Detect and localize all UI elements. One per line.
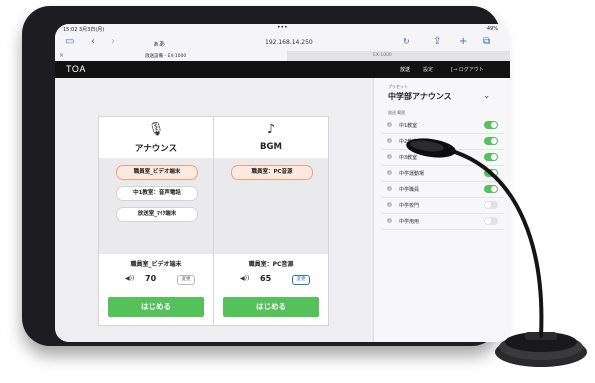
music-note-icon: ♪ (266, 122, 276, 137)
tablet-frame: 15:02 3月3日(月) ••• 49% ▭ ‹ › ぁあ 192.168.1… (22, 6, 510, 346)
volume-value: 70 (145, 274, 157, 283)
tablet-screen: 15:02 3月3日(月) ••• 49% ▭ ‹ › ぁあ 192.168.1… (55, 24, 510, 342)
sidebar-icon[interactable]: ▭ (65, 36, 74, 48)
zone-toggle[interactable] (484, 185, 498, 193)
zone-status-dot (387, 138, 392, 143)
forward-icon[interactable]: › (111, 36, 115, 48)
source-chip[interactable]: 放送室_ﾏｲｸ端末 (116, 207, 198, 222)
main-content: 🎙 アナウンス 職員室_ビデオ端末 中1教室：音声電話 放送室_ﾏｲｸ端末 職員… (55, 78, 373, 342)
card-title: BGM (260, 142, 282, 152)
zone-status-dot (387, 170, 392, 175)
zone-name: 中学運動場 (399, 171, 425, 177)
speaker-icon: ◀)) (125, 275, 135, 282)
multitask-dots[interactable]: ••• (277, 24, 288, 31)
url-text: 192.168.14.250 (265, 39, 313, 46)
source-chip-selected[interactable]: 職員室_ビデオ端末 (116, 165, 198, 180)
status-time: 15:02 3月3日(月) (63, 27, 105, 33)
status-bar: 15:02 3月3日(月) ••• 49% (55, 24, 510, 34)
zone-toggle[interactable] (484, 217, 498, 225)
start-button[interactable]: はじめる (223, 297, 319, 317)
zone-name: 中3教室 (399, 155, 418, 161)
change-volume-button[interactable]: 変更 (177, 275, 195, 285)
change-volume-button[interactable]: 変更 (292, 275, 310, 285)
source-chip[interactable]: 中1教室：音声電話 (116, 186, 198, 201)
zone-header: 放送 範囲 (388, 110, 406, 115)
preset-value: 中学部アナウンス (388, 92, 452, 101)
logout-link[interactable]: [→ ログアウト (451, 66, 484, 73)
zone-row: 中2教室 (382, 134, 504, 150)
zone-toggle[interactable] (484, 153, 498, 161)
tab-bar: × 放送設備 - EX-1000 EX-1000 (55, 51, 510, 61)
bgm-card: ♪ BGM 職員室：PC音源 職員室：PC音源 ◀)) 65 変更 はじめる (213, 116, 329, 326)
zone-row: 中1教室 (382, 118, 504, 134)
share-icon[interactable]: ⇪ (433, 36, 441, 48)
toggle-knob (485, 202, 491, 208)
reader-options[interactable]: ぁあ (153, 39, 165, 48)
zone-name: 中学校門 (399, 203, 420, 209)
close-tab-icon[interactable]: × (59, 52, 64, 59)
zone-row: 中学職員 (382, 182, 504, 198)
zone-sidebar: プリセット 中学部アナウンス ⌄ 放送 範囲 中1教室中2教室中3教室中学運動場… (373, 78, 510, 342)
battery-indicator: 49% (486, 26, 498, 32)
tab-title: 放送設備 - EX-1000 (145, 54, 187, 59)
new-tab-icon[interactable]: + (459, 36, 467, 48)
zone-status-dot (387, 202, 392, 207)
current-source: 職員室：PC音源 (248, 261, 294, 268)
toggle-knob (491, 122, 497, 128)
card-title: アナウンス (134, 144, 178, 154)
toggle-knob (491, 138, 497, 144)
nav-settings[interactable]: 設定 (423, 66, 433, 73)
zone-toggle[interactable] (484, 169, 498, 177)
volume-row: ◀)) 65 変更 (214, 274, 328, 286)
source-list: 職員室：PC音源 (214, 158, 328, 254)
zone-toggle[interactable] (484, 121, 498, 129)
zone-row: 中3教室 (382, 150, 504, 166)
toggle-knob (491, 170, 497, 176)
source-chip-selected[interactable]: 職員室：PC音源 (231, 165, 313, 180)
address-bar[interactable]: ぁあ 192.168.14.250 (145, 36, 423, 48)
reload-icon[interactable]: ↻ (403, 36, 410, 48)
current-source: 職員室_ビデオ端末 (130, 261, 182, 268)
announcement-card: 🎙 アナウンス 職員室_ビデオ端末 中1教室：音声電話 放送室_ﾏｲｸ端末 職員… (98, 116, 214, 326)
preset-label: プリセット (388, 84, 408, 89)
microphone-icon: 🎙 (147, 122, 165, 137)
zone-status-dot (387, 218, 392, 223)
zone-row: 中学校門 (382, 198, 504, 214)
toggle-knob (485, 218, 491, 224)
zone-row: 中学用用 (382, 214, 504, 230)
zone-name: 中学職員 (399, 187, 420, 193)
tab-inactive[interactable]: EX-1000 (373, 53, 392, 58)
toggle-knob (491, 186, 497, 192)
zone-toggle[interactable] (484, 137, 498, 145)
tab-active[interactable]: × 放送設備 - EX-1000 (55, 51, 287, 61)
app-header: TOA 放送 設定 [→ ログアウト (55, 61, 510, 78)
zone-name: 中学用用 (399, 219, 420, 225)
zone-status-dot (387, 154, 392, 159)
source-list: 職員室_ビデオ端末 中1教室：音声電話 放送室_ﾏｲｸ端末 (99, 158, 213, 254)
tabs-overview-icon[interactable]: ⧉ (483, 36, 490, 48)
zone-name: 中2教室 (399, 139, 418, 145)
zone-row: 中学運動場 (382, 166, 504, 182)
zone-name: 中1教室 (399, 123, 418, 129)
zone-toggle[interactable] (484, 201, 498, 209)
zone-status-dot (387, 122, 392, 127)
volume-row: ◀)) 70 変更 (99, 274, 213, 286)
chevron-down-icon: ⌄ (483, 91, 490, 100)
toggle-knob (491, 154, 497, 160)
preset-select[interactable]: 中学部アナウンス ⌄ (388, 91, 494, 104)
back-icon[interactable]: ‹ (91, 36, 95, 48)
nav-broadcast[interactable]: 放送 (400, 66, 410, 73)
browser-toolbar: ▭ ‹ › ぁあ 192.168.14.250 ↻ ⇪ + ⧉ (55, 34, 510, 51)
zone-status-dot (387, 186, 392, 191)
toa-logo: TOA (66, 64, 86, 74)
speaker-icon: ◀)) (240, 275, 250, 282)
volume-value: 65 (260, 274, 272, 283)
start-button[interactable]: はじめる (108, 297, 204, 317)
